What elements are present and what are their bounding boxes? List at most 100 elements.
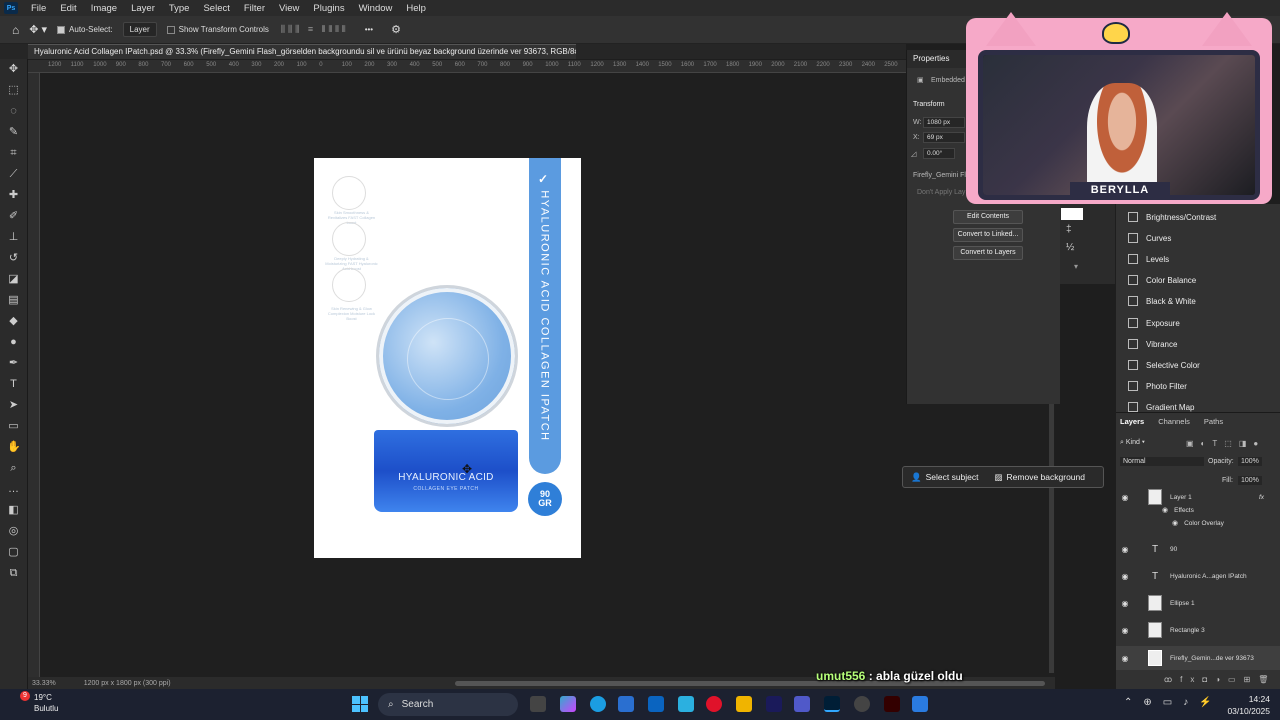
zoom-level[interactable]: 33.33% xyxy=(32,680,56,687)
tab-paths[interactable]: Paths xyxy=(1204,417,1223,429)
move-tool-icon[interactable]: ✥ ▾ xyxy=(29,23,47,36)
layer-row[interactable]: ◉ Rectangle 3 xyxy=(1116,618,1280,642)
screen-mode-icon[interactable]: ▢ xyxy=(7,546,20,559)
eye-icon[interactable]: ◉ xyxy=(1116,545,1134,554)
fraction-icon[interactable]: ½ xyxy=(1066,242,1074,253)
menu-view[interactable]: View xyxy=(272,3,306,14)
adjustment-item[interactable]: Photo Filter xyxy=(1128,381,1187,391)
brush-tool-icon[interactable]: ✐ xyxy=(7,210,20,223)
eye-icon[interactable]: ◉ xyxy=(1116,626,1134,635)
shape-tool-icon[interactable]: ▭ xyxy=(7,420,20,433)
adjustment-item[interactable]: Brightness/Contrast xyxy=(1128,212,1216,222)
eye-icon[interactable]: ◉ xyxy=(1116,572,1134,581)
layer-row-selected[interactable]: ◉ Firefly_Gemin...de ver 93673 xyxy=(1116,646,1280,670)
color-swatches-icon[interactable]: ◧ xyxy=(7,504,20,517)
extra-tool-icon[interactable]: ⧉ xyxy=(7,567,20,580)
more-tools-icon[interactable]: … xyxy=(7,483,20,496)
layer-row[interactable]: ◉ Ellipse 1 xyxy=(1116,591,1280,615)
artboard[interactable]: Skin Smoothness & Revitalizes FAST Colla… xyxy=(314,158,581,558)
clone-stamp-icon[interactable]: ⊥ xyxy=(7,231,20,244)
quick-select-icon[interactable]: ✎ xyxy=(7,126,20,139)
adjustment-item[interactable]: Levels xyxy=(1128,254,1169,264)
tab-channels[interactable]: Channels xyxy=(1158,417,1190,429)
file-explorer-icon[interactable] xyxy=(736,696,752,712)
app-icon[interactable] xyxy=(854,696,870,712)
fx-icon[interactable]: fx xyxy=(1259,494,1264,501)
blur-tool-icon[interactable]: ◆ xyxy=(7,315,20,328)
more-options-button[interactable]: ••• xyxy=(365,25,373,34)
healing-brush-icon[interactable]: ✚ xyxy=(7,189,20,202)
history-brush-icon[interactable]: ↺ xyxy=(7,252,20,265)
blend-mode-dropdown[interactable]: Normal xyxy=(1120,457,1204,466)
filter-icons[interactable]: ▣◐T⬚◨● xyxy=(1186,439,1265,448)
menu-select[interactable]: Select xyxy=(196,3,236,14)
teams-icon[interactable] xyxy=(794,696,810,712)
zoom-tool-icon[interactable]: ⌕ xyxy=(7,462,20,475)
illustrator-icon[interactable] xyxy=(884,696,900,712)
edit-contents-button[interactable]: Edit Contents xyxy=(953,210,1023,224)
adjustment-item[interactable]: Selective Color xyxy=(1128,360,1200,370)
lasso-tool-icon[interactable]: ◌ xyxy=(7,105,20,118)
dodge-tool-icon[interactable]: ● xyxy=(7,336,20,349)
type-tool-icon[interactable]: T xyxy=(7,378,20,391)
gear-icon[interactable]: ⚙ xyxy=(391,23,401,36)
layer-action-icons[interactable]: ꝏfx◘◑▭⊞🗑 xyxy=(1164,675,1276,684)
layer-effects-row[interactable]: ◉ Effects xyxy=(1116,503,1280,517)
system-tray-icons[interactable]: ⌃⊕▭♪⚡ xyxy=(1124,697,1223,708)
convert-to-linked-button[interactable]: Convert to Linked... xyxy=(953,228,1023,242)
layer-row[interactable]: ◉ T Hyaluronic A...agen IPatch xyxy=(1116,564,1280,588)
paragraph-icon[interactable]: ‡ xyxy=(1066,224,1072,235)
path-select-icon[interactable]: ➤ xyxy=(7,399,20,412)
align-icons[interactable]: ⫼⫼⫼ ≡ ⫴⫴⫴⫴ xyxy=(281,24,349,35)
auto-select-checkbox[interactable]: Auto-Select: xyxy=(57,25,113,34)
menu-window[interactable]: Window xyxy=(352,3,400,14)
task-view-icon[interactable] xyxy=(530,696,546,712)
eye-icon[interactable]: ◉ xyxy=(1172,519,1178,527)
show-transform-checkbox[interactable]: Show Transform Controls xyxy=(166,25,269,34)
adjustment-item[interactable]: Gradient Map xyxy=(1128,402,1194,412)
menu-plugins[interactable]: Plugins xyxy=(306,3,351,14)
dont-apply-label[interactable]: Don't Apply Lay xyxy=(917,189,965,196)
menu-layer[interactable]: Layer xyxy=(124,3,162,14)
color-swatch[interactable] xyxy=(1061,208,1083,220)
menu-edit[interactable]: Edit xyxy=(53,3,83,14)
menu-filter[interactable]: Filter xyxy=(237,3,272,14)
remove-background-button[interactable]: ▨ Remove background xyxy=(987,472,1093,483)
marquee-tool-icon[interactable]: ⬚ xyxy=(7,84,20,97)
photoshop-taskbar-icon[interactable] xyxy=(824,696,840,712)
width-field[interactable]: 1080 px xyxy=(923,117,965,128)
opacity-field[interactable]: 100% xyxy=(1238,457,1262,466)
target-dropdown[interactable]: Layer xyxy=(122,22,157,37)
opera-icon[interactable] xyxy=(706,696,722,712)
outlook-icon[interactable] xyxy=(648,696,664,712)
edge-icon[interactable] xyxy=(590,696,606,712)
chevron-down-icon[interactable]: ▾ xyxy=(1074,262,1078,271)
layer-effect-row[interactable]: ◉ Color Overlay xyxy=(1116,516,1280,530)
system-clock[interactable]: 14:24 03/10/2025 xyxy=(1227,693,1270,717)
menu-help[interactable]: Help xyxy=(399,3,433,14)
layer-row[interactable]: ◉ T 90 xyxy=(1116,537,1280,561)
menu-image[interactable]: Image xyxy=(84,3,124,14)
hand-tool-icon[interactable]: ✋ xyxy=(7,441,21,454)
gradient-tool-icon[interactable]: ▤ xyxy=(7,294,20,307)
store-icon[interactable] xyxy=(618,696,634,712)
select-subject-button[interactable]: 👤 Select subject xyxy=(903,472,987,483)
taskbar-search[interactable]: ⌕ Search xyxy=(378,693,518,716)
eye-icon[interactable]: ◉ xyxy=(1162,506,1168,514)
crop-tool-icon[interactable]: ⌗ xyxy=(7,147,20,160)
weather-widget[interactable]: 19°C Bulutlu xyxy=(24,692,58,714)
convert-to-layers-button[interactable]: Convert to Layers xyxy=(953,246,1023,260)
eye-icon[interactable]: ◉ xyxy=(1116,493,1134,502)
windows-start-icon[interactable] xyxy=(352,696,368,712)
eyedropper-icon[interactable]: ⟋ xyxy=(7,168,20,181)
move-tool-icon[interactable]: ✥ xyxy=(7,63,20,76)
quick-mask-icon[interactable]: ◎ xyxy=(7,525,20,538)
adjustment-item[interactable]: Black & White xyxy=(1128,296,1196,306)
kind-filter[interactable]: ⌕ Kind ▾ xyxy=(1120,439,1145,447)
fill-field[interactable]: 100% xyxy=(1238,476,1262,485)
eraser-tool-icon[interactable]: ◪ xyxy=(7,273,20,286)
eye-icon[interactable]: ◉ xyxy=(1116,599,1134,608)
after-effects-icon[interactable] xyxy=(766,696,782,712)
eye-icon[interactable]: ◉ xyxy=(1116,654,1134,663)
adjustment-item[interactable]: Curves xyxy=(1128,233,1171,243)
